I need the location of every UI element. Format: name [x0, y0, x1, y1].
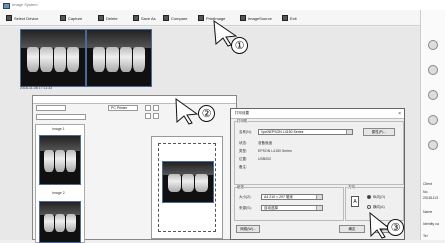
arrow-icon: [175, 97, 199, 125]
callout-3: ③: [387, 219, 404, 236]
annotation-arrows: [175, 19, 392, 239]
callout-2: ②: [198, 105, 215, 122]
callout-1: ①: [231, 37, 248, 54]
